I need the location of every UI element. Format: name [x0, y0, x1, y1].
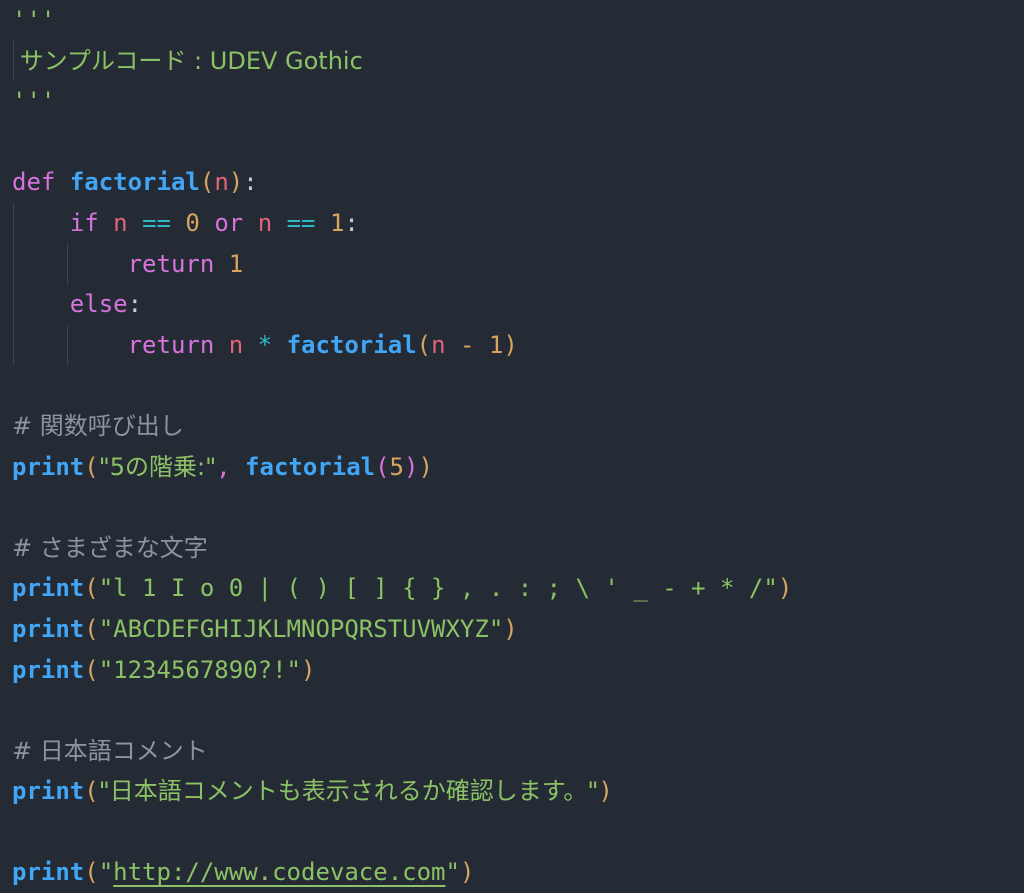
code-line-18[interactable]	[0, 690, 1024, 731]
string-literal-alphabet: "ABCDEFGHIJKLMNOPQRSTUVWXYZ"	[98, 614, 504, 643]
paren-close: )	[301, 655, 316, 684]
or-keyword: or	[214, 208, 244, 237]
param-n: n	[214, 168, 229, 197]
paren-close: )	[418, 452, 433, 481]
code-line-8[interactable]: else:	[0, 284, 1024, 325]
equality-operator-2: ==	[286, 208, 316, 237]
indent-guide-level-1	[13, 243, 14, 285]
function-call-factorial: factorial	[245, 452, 376, 481]
minus-operator: -	[459, 330, 475, 359]
quote-close: "	[445, 858, 460, 887]
print-builtin: print	[12, 858, 85, 887]
colon: :	[243, 168, 258, 197]
paren-open: (	[84, 452, 99, 481]
paren-open: (	[416, 330, 432, 359]
indent-guide-level-1	[13, 324, 14, 366]
paren-open: (	[84, 858, 99, 887]
code-line-5[interactable]: def factorial(n):	[0, 162, 1024, 203]
code-line-20[interactable]: print("日本語コメントも表示されるか確認します。")	[0, 771, 1024, 812]
code-line-3[interactable]: '''	[0, 81, 1024, 122]
code-line-22[interactable]: print("http://www.codevace.com")	[0, 852, 1024, 893]
paren-open: (	[84, 574, 99, 603]
indent-guide-level-1	[13, 40, 14, 82]
paren-open: (	[199, 168, 215, 197]
docstring-text: サンプルコード : UDEV Gothic	[12, 46, 363, 75]
code-line-16[interactable]: print("ABCDEFGHIJKLMNOPQRSTUVWXYZ")	[0, 609, 1024, 650]
code-line-1[interactable]: '''	[0, 0, 1024, 41]
code-line-2[interactable]: サンプルコード : UDEV Gothic	[0, 40, 1024, 82]
comment-various-characters: # さまざまな文字	[12, 533, 208, 562]
equality-operator-1: ==	[142, 208, 171, 237]
code-line-6[interactable]: if n == 0 or n == 1:	[0, 202, 1024, 244]
number-zero: 0	[185, 208, 200, 237]
quote-open: "	[98, 858, 114, 887]
return-keyword: return	[127, 330, 215, 359]
print-builtin: print	[12, 655, 85, 684]
variable-n-1: n	[113, 208, 128, 237]
code-line-17[interactable]: print("1234567890?!")	[0, 650, 1024, 691]
paren-close: )	[777, 574, 793, 603]
code-line-12[interactable]: print("5の階乗:", factorial(5))	[0, 447, 1024, 488]
string-literal-japanese: "日本語コメントも表示されるか確認します。"	[98, 777, 599, 806]
paren-open: (	[84, 614, 99, 643]
code-line-7[interactable]: return 1	[0, 243, 1024, 285]
code-line-15[interactable]: print("l 1 I o 0 | ( ) [ ] { } , . : ; \…	[0, 568, 1024, 609]
indent-guide-level-1	[13, 284, 14, 325]
function-name-factorial: factorial	[69, 168, 200, 197]
def-keyword: def	[12, 168, 56, 197]
code-line-13[interactable]	[0, 487, 1024, 528]
code-line-19[interactable]: # 日本語コメント	[0, 731, 1024, 772]
code-content[interactable]: ''' サンプルコード : UDEV Gothic ''' def factor…	[0, 0, 1024, 893]
code-line-9[interactable]: return n * factorial(n - 1)	[0, 324, 1024, 366]
return-value-number: 1	[228, 249, 244, 278]
paren-close: )	[503, 614, 518, 643]
function-call-factorial: factorial	[286, 330, 417, 359]
colon: :	[344, 208, 359, 237]
paren-close: )	[228, 168, 244, 197]
url-link[interactable]: http://www.codevace.com	[113, 858, 445, 886]
paren-close-nested: )	[404, 452, 419, 481]
code-line-4[interactable]	[0, 122, 1024, 163]
string-literal-symbols: "l 1 I o 0 | ( ) [ ] { } , . : ; \ ' _ -…	[98, 574, 778, 603]
code-line-21[interactable]	[0, 812, 1024, 853]
code-line-10[interactable]	[0, 365, 1024, 406]
paren-open: (	[84, 655, 99, 684]
code-line-11[interactable]: # 関数呼び出し	[0, 406, 1024, 447]
code-line-14[interactable]: # さまざまな文字	[0, 528, 1024, 569]
print-builtin: print	[12, 574, 85, 603]
comment-function-call: # 関数呼び出し	[12, 411, 184, 440]
print-builtin: print	[12, 452, 85, 481]
paren-close: )	[459, 858, 475, 887]
variable-n-2: n	[257, 208, 273, 237]
indent-guide-level-2	[67, 243, 68, 285]
variable-n-arg: n	[431, 330, 446, 359]
string-literal-digits: "1234567890?!"	[98, 655, 301, 684]
string-literal-label: "5の階乗:"	[98, 452, 217, 481]
code-editor-pane[interactable]: ''' サンプルコード : UDEV Gothic ''' def factor…	[0, 0, 1024, 886]
else-keyword: else	[69, 290, 128, 319]
number-one: 1	[329, 208, 345, 237]
print-builtin: print	[12, 614, 85, 643]
indent-guide-level-1	[13, 202, 14, 244]
return-keyword: return	[127, 249, 215, 278]
if-keyword: if	[69, 208, 99, 237]
paren-close: )	[598, 777, 613, 806]
paren-open: (	[84, 777, 99, 806]
docstring-open-quote: '''	[12, 6, 56, 34]
paren-close: )	[503, 330, 518, 359]
number-five: 5	[389, 452, 404, 481]
docstring-close-quote: '''	[12, 87, 56, 116]
comment-japanese: # 日本語コメント	[12, 736, 208, 765]
comma: ,	[216, 452, 231, 481]
paren-open-nested: (	[375, 452, 390, 481]
indent-guide-level-2	[67, 324, 68, 366]
multiply-operator: *	[257, 330, 273, 359]
variable-n: n	[228, 330, 244, 359]
number-one: 1	[488, 330, 504, 359]
print-builtin: print	[12, 777, 85, 806]
colon: :	[127, 290, 143, 319]
